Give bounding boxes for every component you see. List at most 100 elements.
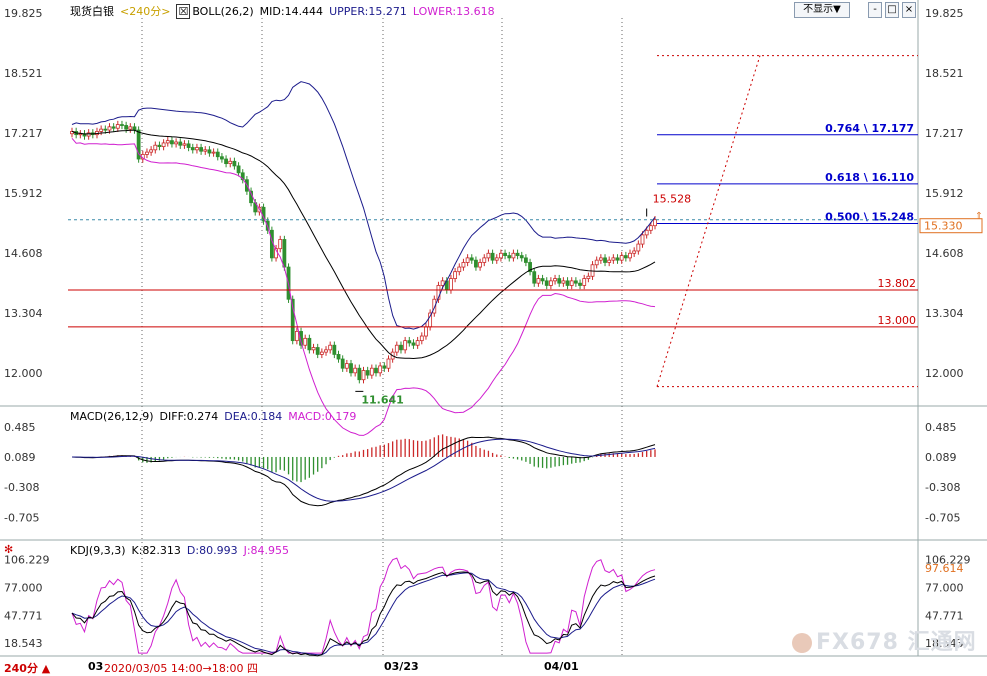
candle-body <box>611 257 616 261</box>
hide-dropdown[interactable]: 不显示▼ <box>794 2 850 18</box>
cursor-info: 2020/03/05 14:00→18:00 四 <box>104 662 259 675</box>
candle-body <box>149 149 154 153</box>
candle-body <box>453 271 458 279</box>
candle-body <box>374 367 378 374</box>
kdj-j: J:84.955 <box>243 544 290 557</box>
fib-label: 0.618 \ 16.110 <box>825 171 914 184</box>
candle-body <box>503 252 507 256</box>
candle-body <box>640 234 645 245</box>
close-button[interactable]: × <box>902 2 916 18</box>
candle-body <box>565 280 570 286</box>
candle-body <box>357 367 362 381</box>
main-ytick-left: 18.521 <box>4 67 43 80</box>
main-ytick-left: 19.825 <box>4 7 43 20</box>
kdj-current-label: 97.614 <box>925 562 964 575</box>
candle-body <box>578 282 582 286</box>
kdj-j-line <box>71 557 656 654</box>
main-ytick-right: 17.217 <box>925 127 964 140</box>
kdj-k: K:82.313 <box>131 544 181 557</box>
candle-body <box>553 278 557 282</box>
candle-body <box>353 367 358 374</box>
candle-body <box>478 262 483 268</box>
candle-body <box>195 147 199 151</box>
kdj-settings-icon[interactable]: ✻ <box>4 543 13 556</box>
candle-body <box>603 257 607 263</box>
candle-body <box>619 255 624 261</box>
maximize-button[interactable]: □ <box>885 2 899 18</box>
candle-body <box>228 160 233 165</box>
candle-body <box>349 363 353 374</box>
xtick-0323: 03/23 <box>384 660 419 673</box>
watermark-logo: FX678 汇通网 <box>792 624 977 656</box>
candle-body <box>161 142 166 148</box>
candle-body <box>386 358 391 369</box>
candle-body <box>319 351 324 355</box>
candle-body <box>103 128 108 131</box>
macd-ytick-left: -0.308 <box>4 481 39 494</box>
period-selector[interactable]: 240分 ▲ <box>4 660 50 676</box>
candle-body <box>411 342 416 346</box>
candle-body <box>365 370 370 376</box>
fib-label: 0.764 \ 17.177 <box>825 122 914 135</box>
candle-body <box>486 252 491 259</box>
candle-body <box>490 252 495 261</box>
candle-body <box>394 344 399 353</box>
candle-body <box>153 144 158 151</box>
candle-body <box>324 349 328 353</box>
candle-body <box>115 124 120 129</box>
candle-body <box>332 344 337 355</box>
candle-body <box>124 125 129 130</box>
kdj-ytick-left: 77.000 <box>4 581 43 594</box>
candle-body <box>586 275 591 279</box>
minimize-button[interactable]: - <box>868 2 882 18</box>
main-ytick-left: 15.912 <box>4 187 43 200</box>
candle-body <box>336 354 341 360</box>
candle-body <box>382 365 387 369</box>
candle-body <box>315 347 320 355</box>
candle-body <box>107 126 112 131</box>
main-ytick-right: 14.608 <box>925 247 964 260</box>
macd-diff: DIFF:0.274 <box>159 410 219 423</box>
candle-body <box>474 259 478 268</box>
kdj-d: D:80.993 <box>186 544 238 557</box>
candle-body <box>648 225 653 231</box>
kdj-ytick-right: 47.771 <box>925 609 964 622</box>
macd-name: MACD(26,12,9) <box>70 410 154 423</box>
symbol-label: 现货白银 <box>70 5 114 18</box>
candle-body <box>311 347 316 351</box>
period-label: <240分> <box>120 5 171 18</box>
candle-body <box>207 149 212 154</box>
candle-body <box>424 326 428 337</box>
candle-body <box>211 151 216 154</box>
candle-body <box>594 259 599 266</box>
candle-body <box>536 278 541 284</box>
candle-body <box>128 126 133 130</box>
candle-body <box>569 280 574 286</box>
macd-ytick-left: 0.485 <box>4 421 36 434</box>
candle-body <box>561 280 566 284</box>
main-ytick-right: 19.825 <box>925 7 964 20</box>
xtick-0401: 04/01 <box>544 660 579 673</box>
candle-body <box>307 337 312 351</box>
candle-body <box>548 280 553 286</box>
candle-body <box>361 370 366 381</box>
kdj-name: KDJ(9,3,3) <box>70 544 126 557</box>
candle-body <box>644 229 649 236</box>
candle-body <box>199 147 203 152</box>
low-annotation: 11.641 <box>361 393 403 406</box>
candle-body <box>573 280 578 284</box>
candle-body <box>190 147 195 151</box>
candle-body <box>170 140 174 145</box>
candle-body <box>544 280 549 286</box>
macd-ytick-right: -0.705 <box>925 512 960 525</box>
boll-mid-line <box>71 129 656 360</box>
main-ytick-left: 17.217 <box>4 127 43 140</box>
candle-body <box>407 340 412 344</box>
candle-body <box>224 158 228 165</box>
candle-body <box>598 257 603 261</box>
macd-ytick-right: 0.089 <box>925 451 957 464</box>
main-ytick-left: 13.304 <box>4 307 43 320</box>
candle-body <box>632 250 637 254</box>
candle-body <box>607 259 612 263</box>
checkbox-icon[interactable]: ☒ <box>176 4 191 19</box>
